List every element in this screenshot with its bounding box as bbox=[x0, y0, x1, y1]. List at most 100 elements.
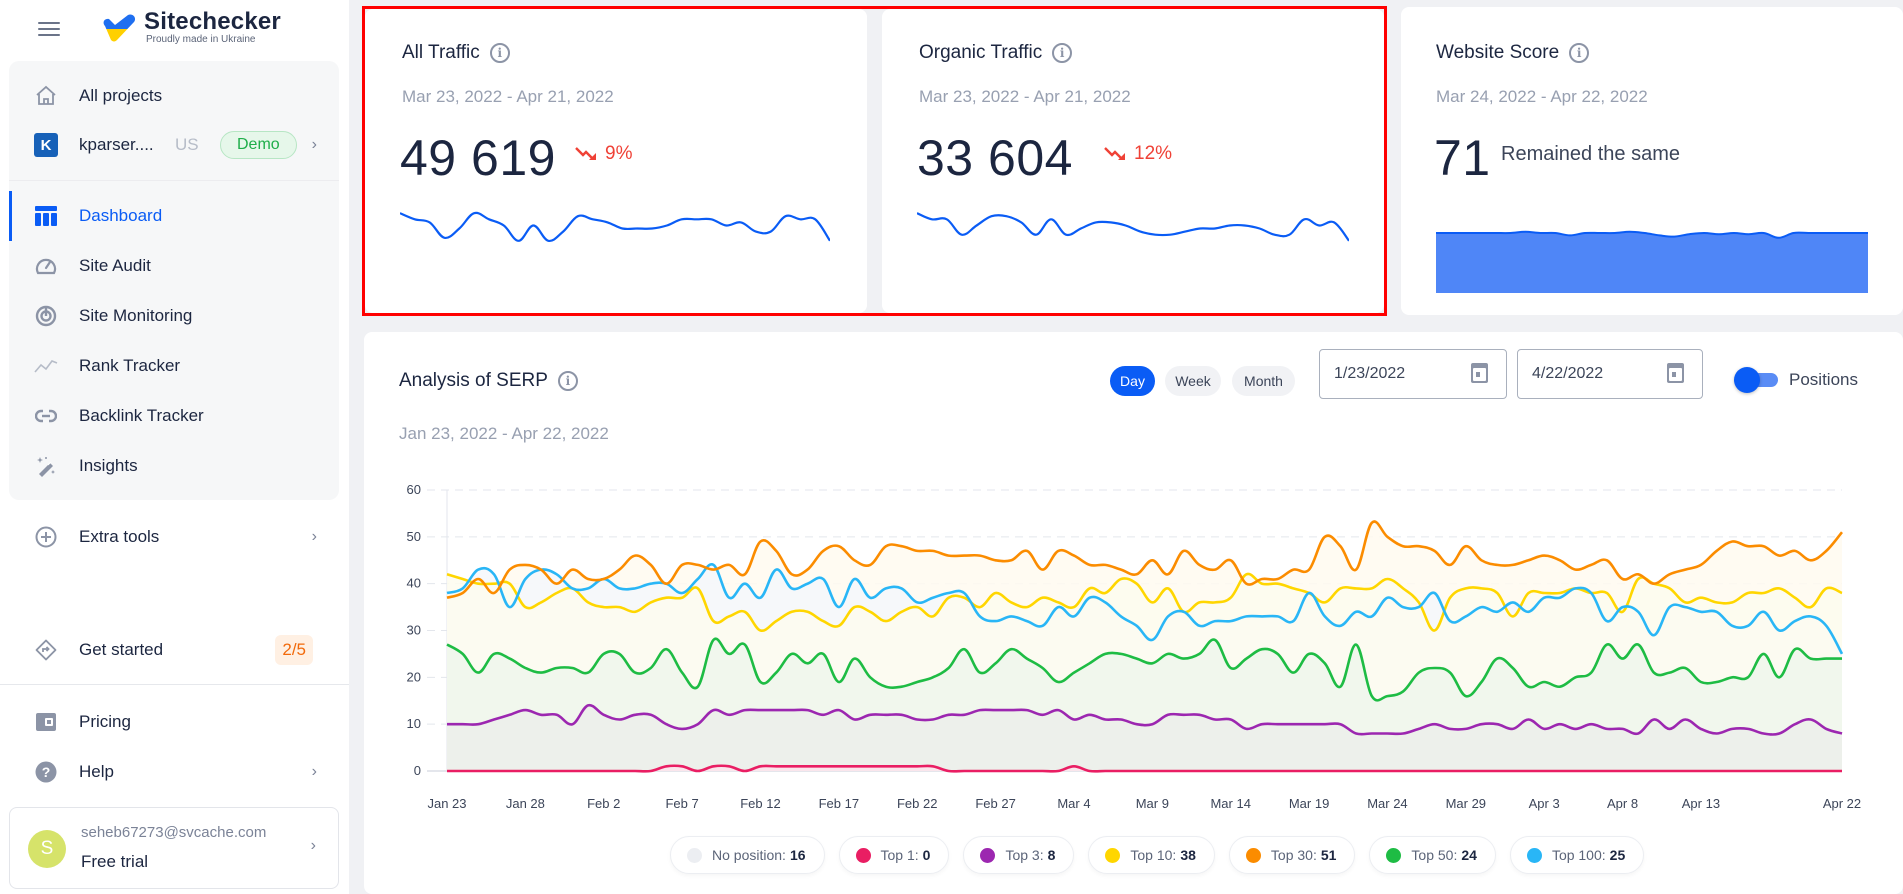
legend-label: Top 100: bbox=[1551, 847, 1606, 863]
menu-toggle-button[interactable] bbox=[38, 20, 60, 38]
website-score-value: 71 bbox=[1434, 130, 1491, 186]
sidebar-item-backlink-tracker[interactable]: Backlink Tracker bbox=[9, 394, 339, 438]
x-tick-label: Feb 7 bbox=[665, 796, 698, 811]
logo-heart-icon bbox=[103, 14, 136, 42]
sidebar-item-label: Insights bbox=[79, 456, 138, 475]
legend-item-top100[interactable]: Top 100: 25 bbox=[1509, 836, 1645, 874]
sidebar-item-label: Site Audit bbox=[79, 256, 151, 275]
card-date-range: Mar 23, 2022 - Apr 21, 2022 bbox=[402, 87, 614, 106]
legend-item-top10[interactable]: Top 10: 38 bbox=[1088, 836, 1215, 874]
sidebar-item-site-monitoring[interactable]: Site Monitoring bbox=[9, 294, 339, 338]
legend-item-top3[interactable]: Top 3: 8 bbox=[963, 836, 1075, 874]
sidebar-item-label: Backlink Tracker bbox=[79, 406, 204, 425]
legend-value: 16 bbox=[789, 847, 806, 863]
legend-value: 51 bbox=[1320, 847, 1337, 863]
y-tick-label: 30 bbox=[407, 623, 421, 638]
sidebar-item-site-audit[interactable]: Site Audit bbox=[9, 244, 339, 288]
legend-dot bbox=[1105, 847, 1121, 863]
sidebar-item-label: Help bbox=[79, 762, 114, 781]
legend-value: 24 bbox=[1461, 847, 1477, 863]
serp-analysis-card: Analysis of SERP i Jan 23, 2022 - Apr 22… bbox=[364, 332, 1903, 894]
card-title-text: Organic Traffic bbox=[919, 42, 1043, 63]
demo-badge: Demo bbox=[220, 131, 297, 159]
website-score-area-chart bbox=[1436, 230, 1868, 293]
sidebar-item-insights[interactable]: Insights bbox=[9, 444, 339, 488]
logo[interactable]: Sitechecker Proudly made in Ukraine bbox=[102, 10, 281, 46]
chevron-right-icon: › bbox=[311, 528, 317, 545]
x-tick-label: Apr 8 bbox=[1607, 796, 1638, 811]
all-traffic-card[interactable]: All Traffic i Mar 23, 2022 - Apr 21, 202… bbox=[365, 9, 867, 313]
card-date-range: Mar 23, 2022 - Apr 21, 2022 bbox=[919, 87, 1131, 106]
sidebar-item-label: Extra tools bbox=[79, 527, 160, 546]
divider bbox=[0, 684, 349, 685]
home-icon bbox=[34, 84, 58, 108]
trend-down-icon bbox=[575, 147, 596, 160]
serp-chart: 0 10 20 30 40 50 60 Jan 23 Jan 28 Feb 2 Feb 7 Feb 1… bbox=[407, 482, 1862, 811]
sidebar-item-rank-tracker[interactable]: Rank Tracker bbox=[9, 344, 339, 388]
route-sign-icon bbox=[34, 638, 58, 662]
legend-item-top30[interactable]: Top 30: 51 bbox=[1228, 836, 1356, 874]
chevron-right-icon: › bbox=[311, 763, 317, 780]
active-indicator bbox=[9, 191, 12, 241]
sidebar-item-get-started[interactable]: Get started 2/5 bbox=[9, 628, 339, 672]
sidebar-item-help[interactable]: ? Help › bbox=[9, 750, 339, 794]
sidebar-item-pricing[interactable]: Pricing bbox=[9, 700, 339, 744]
wallet-icon bbox=[34, 710, 58, 734]
website-score-card[interactable]: Website Score i Mar 24, 2022 - Apr 22, 2… bbox=[1401, 7, 1903, 315]
card-title-text: All Traffic bbox=[402, 42, 480, 63]
card-title-text: Website Score bbox=[1436, 42, 1560, 63]
x-tick-label: Mar 24 bbox=[1367, 796, 1407, 811]
organic-traffic-delta: 12% bbox=[1104, 143, 1172, 165]
website-score-status: Remained the same bbox=[1501, 143, 1680, 165]
legend-value: 25 bbox=[1609, 847, 1626, 863]
user-account-card[interactable]: S seheb67273@svcache.com Free trial › bbox=[9, 807, 339, 889]
sidebar-item-extra-tools[interactable]: Extra tools › bbox=[9, 515, 339, 559]
card-date-range: Mar 24, 2022 - Apr 22, 2022 bbox=[1436, 87, 1648, 106]
legend-dot bbox=[1245, 847, 1261, 863]
legend-label: Top 50: bbox=[1411, 847, 1458, 863]
sidebar: Sitechecker Proudly made in Ukraine All … bbox=[0, 0, 349, 894]
x-tick-label: Mar 19 bbox=[1289, 796, 1329, 811]
app-tagline: Proudly made in Ukraine bbox=[146, 34, 256, 45]
project-country: US bbox=[175, 135, 199, 154]
card-title: All Traffic i bbox=[402, 42, 510, 64]
delta-value: 9% bbox=[605, 143, 633, 164]
y-tick-label: 60 bbox=[407, 482, 421, 497]
sidebar-item-dashboard[interactable]: Dashboard bbox=[9, 191, 339, 241]
legend-item-top50[interactable]: Top 50: 24 bbox=[1369, 836, 1496, 874]
x-tick-label: Mar 9 bbox=[1136, 796, 1169, 811]
card-title: Organic Traffic i bbox=[919, 42, 1073, 64]
project-selector[interactable]: K kparser.... US Demo › bbox=[9, 123, 339, 167]
x-tick-label: Feb 22 bbox=[897, 796, 937, 811]
legend-value: 38 bbox=[1180, 847, 1196, 863]
organic-traffic-value: 33 604 bbox=[917, 130, 1073, 186]
x-tick-label: Mar 14 bbox=[1210, 796, 1250, 811]
sidebar-item-label: Site Monitoring bbox=[79, 306, 193, 325]
x-tick-label: Feb 17 bbox=[819, 796, 859, 811]
legend-item-no_position[interactable]: No position: 16 bbox=[670, 836, 825, 874]
y-tick-label: 0 bbox=[414, 763, 421, 778]
organic-traffic-card[interactable]: Organic Traffic i Mar 23, 2022 - Apr 21,… bbox=[882, 9, 1384, 313]
legend-item-top1[interactable]: Top 1: 0 bbox=[838, 836, 950, 874]
x-tick-label: Apr 22 bbox=[1823, 796, 1861, 811]
help-icon: ? bbox=[34, 760, 58, 784]
hamburger-line bbox=[38, 28, 60, 30]
plus-circle-icon bbox=[34, 525, 58, 549]
legend-dot bbox=[687, 847, 702, 863]
legend-dot bbox=[1526, 847, 1542, 863]
user-plan: Free trial bbox=[81, 852, 149, 871]
info-icon[interactable]: i bbox=[489, 43, 510, 63]
info-icon[interactable]: i bbox=[1052, 43, 1073, 63]
sidebar-item-label: Dashboard bbox=[79, 206, 163, 225]
x-tick-label: Jan 23 bbox=[427, 796, 466, 811]
sidebar-item-label: Rank Tracker bbox=[79, 356, 181, 375]
trend-down-icon bbox=[1104, 147, 1125, 160]
card-title: Website Score i bbox=[1436, 42, 1590, 64]
info-icon[interactable]: i bbox=[1569, 43, 1590, 63]
dashboard-icon bbox=[34, 204, 58, 228]
y-tick-label: 10 bbox=[407, 716, 421, 731]
x-tick-label: Apr 3 bbox=[1529, 796, 1560, 811]
sparkline-path bbox=[400, 211, 830, 243]
y-tick-label: 40 bbox=[407, 576, 421, 591]
sidebar-item-all-projects[interactable]: All projects bbox=[9, 74, 339, 118]
